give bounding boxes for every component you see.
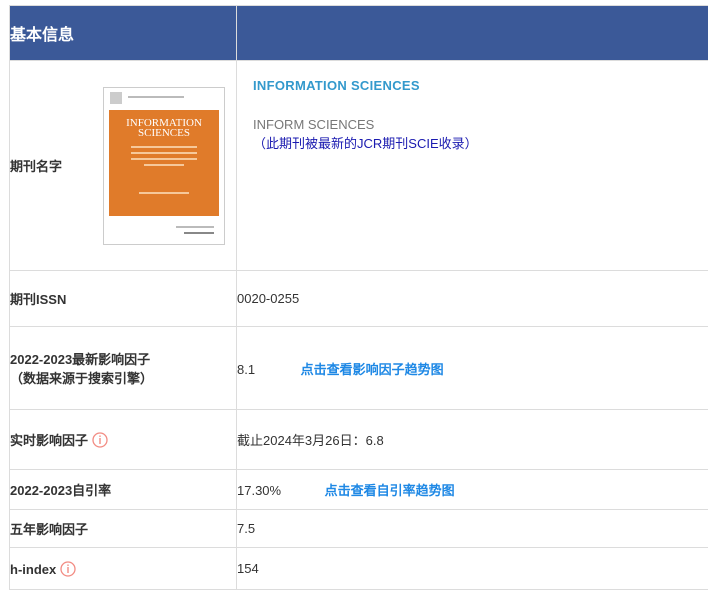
- info-icon[interactable]: [92, 432, 108, 448]
- cover-subtitle-line: [131, 146, 197, 148]
- info-icon[interactable]: [60, 560, 76, 577]
- impact-factor-label: 2022-2023最新影响因子 （数据来源于搜索引擎）: [9, 326, 237, 410]
- h-index-label-cell: h-index: [9, 547, 237, 590]
- journal-index-note: （此期刊被最新的JCR期刊SCIE收录）: [253, 135, 478, 151]
- self-citation-trend-link[interactable]: 点击查看自引率趋势图: [325, 483, 455, 498]
- cover-footer-line: [184, 232, 214, 234]
- impact-factor-label-line1: 2022-2023最新影响因子: [10, 352, 151, 367]
- cover-orange-panel: INFORMATION SCIENCES: [109, 110, 219, 216]
- five-year-if-row: 五年影响因子 7.5: [9, 509, 708, 548]
- impact-factor-row: 2022-2023最新影响因子 （数据来源于搜索引擎） 8.1 点击查看影响因子…: [9, 326, 708, 410]
- journal-name-cell: INFORMATION SCIENCES INFORM SCIENCES （此期…: [236, 60, 708, 271]
- cover-title: INFORMATION SCIENCES: [109, 118, 219, 139]
- issn-row: 期刊ISSN 0020-0255: [9, 270, 708, 327]
- cover-subtitle-line: [144, 164, 184, 166]
- self-citation-row: 2022-2023自引率 17.30% 点击查看自引率趋势图: [9, 469, 708, 510]
- impact-factor-value: 8.1: [237, 361, 256, 377]
- h-index-label: h-index: [10, 561, 57, 577]
- realtime-if-label-cell: 实时影响因子: [9, 409, 237, 470]
- section-title: 基本信息: [9, 5, 237, 61]
- cover-subtitle-line: [131, 152, 197, 154]
- self-citation-label: 2022-2023自引率: [9, 469, 237, 510]
- h-index-value: 154: [236, 547, 708, 590]
- realtime-if-value: 截止2024年3月26日：6.8: [236, 409, 708, 470]
- header-blank-cell: [236, 5, 708, 61]
- realtime-if-label: 实时影响因子: [10, 433, 89, 448]
- cover-title-line2: SCIENCES: [138, 127, 190, 139]
- impact-factor-label-line2: （数据来源于搜索引擎）: [10, 371, 154, 386]
- issn-value: 0020-0255: [236, 270, 708, 327]
- cover-footer-line: [176, 226, 214, 228]
- journal-abbreviation: INFORM SCIENCES: [253, 116, 375, 132]
- publisher-logo-icon: [110, 92, 122, 104]
- five-year-if-value: 7.5: [236, 509, 708, 548]
- table-header-row: 基本信息: [9, 5, 708, 61]
- cover-header-line: [128, 96, 184, 98]
- self-citation-cell: 17.30% 点击查看自引率趋势图: [236, 469, 708, 510]
- journal-full-name: INFORMATION SCIENCES: [253, 77, 420, 93]
- cover-subtitle-line: [131, 158, 197, 160]
- h-index-row: h-index 154: [9, 547, 708, 590]
- cover-subtitle-line: [139, 192, 189, 194]
- impact-factor-trend-link[interactable]: 点击查看影响因子趋势图: [301, 362, 444, 377]
- self-citation-value: 17.30%: [237, 483, 282, 498]
- five-year-if-label: 五年影响因子: [9, 509, 237, 548]
- journal-cover-image: INFORMATION SCIENCES: [103, 87, 225, 245]
- issn-label: 期刊ISSN: [9, 270, 237, 327]
- impact-factor-cell: 8.1 点击查看影响因子趋势图: [236, 326, 708, 410]
- realtime-if-row: 实时影响因子 截止2024年3月26日：6.8: [9, 409, 708, 470]
